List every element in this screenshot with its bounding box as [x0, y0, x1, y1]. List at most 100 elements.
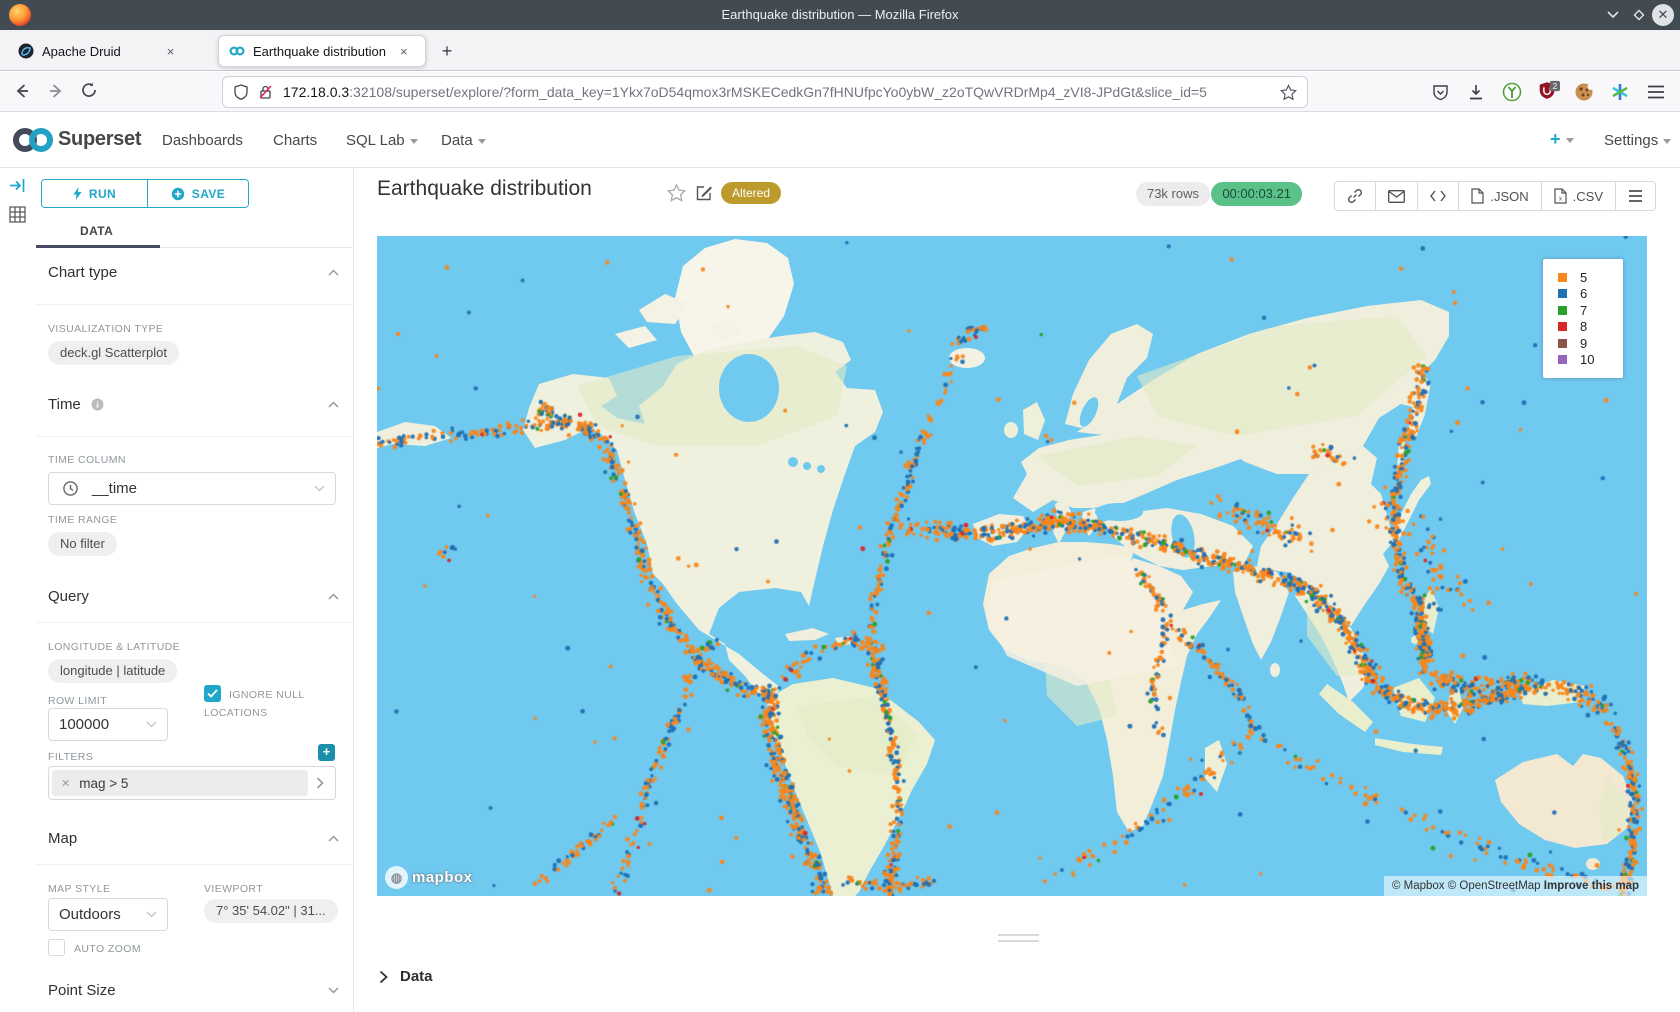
row-limit-select[interactable]: 100000 — [48, 708, 168, 741]
export-json-button[interactable]: .JSON — [1459, 182, 1541, 210]
collapse-panel-icon[interactable] — [9, 178, 26, 193]
reload-icon[interactable] — [80, 81, 98, 99]
insecure-lock-icon[interactable] — [258, 84, 273, 100]
window-titlebar: Earthquake distribution — Mozilla Firefo… — [0, 0, 1680, 30]
new-tab-button[interactable]: + — [432, 35, 462, 67]
tab-close-icon[interactable]: × — [400, 44, 408, 59]
export-csv-button[interactable]: x .CSV — [1542, 182, 1616, 210]
maximize-icon[interactable] — [1628, 4, 1650, 26]
map-style-label: MAP STYLE — [48, 883, 110, 895]
section-query[interactable]: Query — [48, 588, 89, 605]
minimize-icon[interactable] — [1602, 4, 1624, 26]
superset-favicon-icon — [229, 43, 245, 59]
left-rail — [0, 168, 36, 1012]
run-button[interactable]: RUN — [42, 180, 148, 207]
hamburger-icon — [1628, 190, 1643, 202]
save-button[interactable]: SAVE — [148, 180, 248, 207]
chevron-right-icon[interactable] — [316, 777, 324, 789]
chevron-up-icon[interactable] — [328, 593, 339, 600]
superset-logo-icon[interactable] — [12, 125, 54, 155]
add-new-button[interactable]: + — [1550, 129, 1574, 150]
viz-type-value[interactable]: deck.gl Scatterplot — [48, 341, 179, 365]
download-icon[interactable] — [1464, 80, 1488, 104]
chevron-up-icon[interactable] — [328, 401, 339, 408]
tab-close-icon[interactable]: × — [167, 44, 175, 59]
menu-icon[interactable] — [1644, 80, 1668, 104]
time-column-select[interactable]: __time — [48, 472, 336, 505]
forward-icon[interactable] — [46, 81, 66, 101]
extension-green-icon[interactable] — [1500, 80, 1524, 104]
chevron-up-icon[interactable] — [328, 835, 339, 842]
file-csv-icon: x — [1554, 188, 1567, 204]
mapbox-logo[interactable]: ◍ mapbox — [385, 866, 473, 889]
data-panel-toggle[interactable]: Data — [379, 968, 433, 985]
resize-handle[interactable] — [998, 934, 1039, 936]
remove-filter-icon[interactable]: ✕ — [61, 777, 70, 790]
edit-title-icon[interactable] — [695, 184, 713, 202]
cookie-icon[interactable] — [1572, 80, 1596, 104]
add-filter-button[interactable]: + — [318, 744, 335, 761]
bookmark-star-icon[interactable] — [1280, 84, 1297, 101]
chart-area: Earthquake distribution Altered 73k rows… — [355, 168, 1680, 1012]
pocket-shield-icon[interactable] — [1428, 80, 1452, 104]
druid-favicon-icon — [18, 43, 34, 59]
back-icon[interactable] — [12, 81, 32, 101]
map-style-select[interactable]: Outdoors — [48, 898, 168, 931]
tab-earthquake-distribution[interactable]: Earthquake distribution × — [218, 35, 426, 67]
chevron-down-icon — [1663, 139, 1671, 144]
auto-zoom-checkbox[interactable] — [48, 939, 65, 956]
section-point-size[interactable]: Point Size — [48, 982, 116, 999]
email-button[interactable] — [1376, 182, 1418, 210]
row-count-badge: 73k rows — [1136, 182, 1210, 206]
svg-text:x: x — [1559, 196, 1563, 203]
lonlat-label: LONGITUDE & LATITUDE — [48, 641, 180, 653]
improve-map-link[interactable]: Improve this map — [1544, 880, 1639, 892]
url-bar[interactable]: 172.18.0.3:32108/superset/explore/?form_… — [222, 76, 1308, 108]
url-path: :32108/superset/explore/?form_data_key=1… — [349, 84, 1207, 100]
nav-charts[interactable]: Charts — [273, 132, 317, 149]
tab-apache-druid[interactable]: Apache Druid × — [8, 35, 210, 67]
filter-chip[interactable]: ✕ mag > 5 — [52, 770, 308, 796]
section-map[interactable]: Map — [48, 830, 77, 847]
tab-bar: Apache Druid × Earthquake distribution ×… — [0, 30, 1680, 71]
pinwheel-icon[interactable] — [1608, 80, 1632, 104]
brand-name[interactable]: Superset — [58, 128, 141, 151]
link-icon — [1347, 188, 1363, 204]
nav-sql-lab[interactable]: SQL Lab — [346, 132, 418, 149]
chart-menu-button[interactable] — [1616, 182, 1655, 210]
tab-data[interactable]: DATA — [80, 224, 113, 238]
legend-item: 10 — [1558, 352, 1623, 369]
lonlat-value[interactable]: longitude | latitude — [48, 659, 177, 683]
legend-item: 7 — [1558, 302, 1623, 319]
viewport-value[interactable]: 7° 35' 54.02" | 31... — [204, 899, 338, 923]
tab-label: Earthquake distribution — [253, 44, 386, 59]
embed-code-button[interactable] — [1418, 182, 1459, 210]
nav-dashboards[interactable]: Dashboards — [162, 132, 243, 149]
legend-item: 8 — [1558, 319, 1623, 336]
section-chart-type[interactable]: Chart type — [48, 264, 117, 281]
url-domain: 172.18.0.3 — [283, 84, 349, 100]
mapbox-logo-icon: ◍ — [385, 866, 408, 889]
nav-data[interactable]: Data — [441, 132, 486, 149]
favorite-star-icon[interactable] — [667, 184, 686, 202]
auto-zoom-label: AUTO ZOOM — [74, 943, 141, 955]
share-link-button[interactable] — [1335, 182, 1376, 210]
time-column-label: TIME COLUMN — [48, 454, 126, 466]
ublock-icon[interactable]: 2 — [1536, 80, 1560, 104]
tracking-shield-icon[interactable] — [233, 84, 249, 100]
resize-handle[interactable] — [998, 940, 1039, 942]
section-time[interactable]: Time — [48, 396, 104, 413]
app-navbar: Superset Dashboards Charts SQL Lab Data … — [0, 112, 1680, 168]
datasource-grid-icon[interactable] — [9, 206, 26, 223]
deckgl-scatter-map[interactable]: 5 6 7 8 9 10 ◍ mapbox © Mapbox © OpenStr… — [377, 236, 1647, 896]
time-range-value[interactable]: No filter — [48, 532, 117, 556]
viewport-label: VIEWPORT — [204, 883, 263, 895]
ignore-null-checkbox[interactable] — [204, 685, 221, 702]
chevron-down-icon[interactable] — [328, 987, 339, 994]
chevron-up-icon[interactable] — [328, 269, 339, 276]
close-icon[interactable]: ✕ — [1652, 4, 1674, 26]
plus-circle-icon — [171, 187, 185, 201]
legend-swatch — [1558, 289, 1567, 298]
settings-menu[interactable]: Settings — [1604, 132, 1671, 149]
ublock-badge: 2 — [1553, 81, 1558, 91]
